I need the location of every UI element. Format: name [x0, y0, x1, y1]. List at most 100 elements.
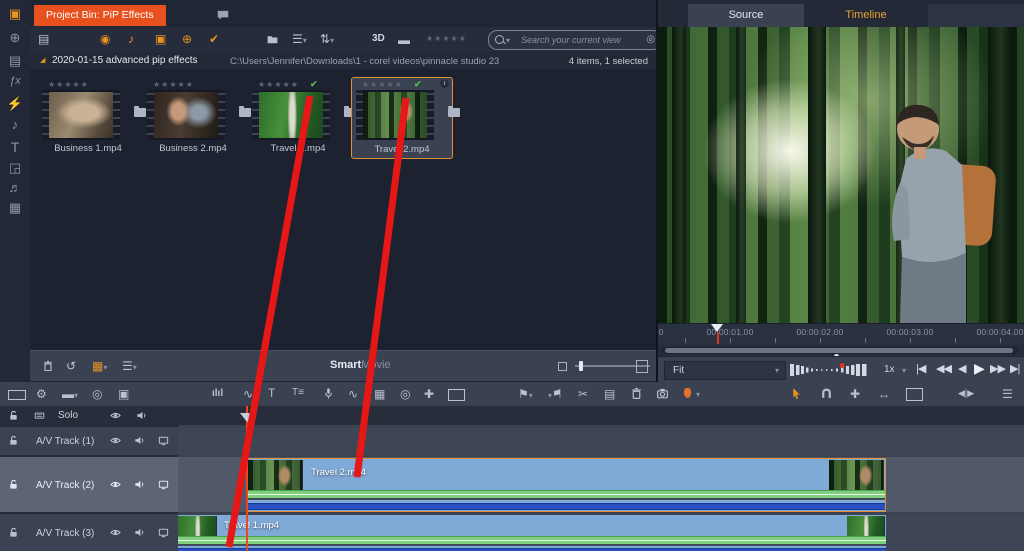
tab-timeline[interactable]: Timeline — [808, 4, 924, 27]
sidebar-music-icon[interactable]: ♪ — [0, 117, 30, 132]
player-scrollbar-thumb[interactable] — [665, 348, 1013, 353]
trim-editor-icon[interactable]: ◀|▶ — [958, 389, 974, 398]
speed-caret[interactable]: ▾ — [902, 366, 906, 375]
storyboard-toggle-icon[interactable]: ▣ — [118, 388, 129, 400]
refresh-icon[interactable]: ↺ — [66, 360, 76, 372]
sidebar-scorefitter-icon[interactable]: ♬ — [0, 180, 30, 195]
clip-audio-part[interactable] — [178, 546, 886, 551]
breadcrumb-folder[interactable]: 2020-01-15 advanced pip effects — [52, 55, 197, 66]
thumb-size-slider-handle[interactable] — [579, 361, 583, 371]
trash-icon[interactable] — [42, 360, 54, 372]
sidebar-montage-icon[interactable]: ◲ — [0, 160, 30, 176]
media-thumbnail[interactable] — [147, 90, 225, 140]
import-media-icon[interactable]: ▤ — [38, 33, 49, 45]
tab-source[interactable]: Source — [688, 4, 804, 27]
sidebar-soundstage-icon[interactable]: ▦ — [0, 200, 30, 216]
eye-icon[interactable] — [110, 410, 121, 421]
breadcrumb-path[interactable]: C:\Users\Jennifer\Downloads\1 - corel vi… — [230, 56, 499, 67]
av-track2-row[interactable]: Travel 2.mp4 — [178, 457, 1024, 512]
thumb-size-small-icon[interactable] — [558, 362, 567, 371]
rating-stars[interactable]: ★★★★★ — [258, 80, 299, 89]
video-preview[interactable] — [658, 27, 1024, 323]
speaker-icon[interactable] — [134, 527, 145, 538]
track-size-icon[interactable]: ▬▾ — [62, 388, 78, 400]
split-clip-icon[interactable]: ✂ — [578, 388, 588, 400]
rating-stars[interactable]: ★★★★★ — [362, 80, 403, 89]
select-cursor-icon[interactable] — [790, 387, 803, 400]
grid-view-icon[interactable]: ▦▾ — [92, 360, 107, 372]
search-input[interactable] — [519, 32, 641, 48]
project-bin-tab[interactable]: Project Bin: PiP Effects — [34, 5, 166, 26]
timeline-playhead-handle[interactable] — [240, 413, 254, 422]
media-item-business1[interactable]: ★★★★★ Business 1.mp4 — [38, 80, 146, 156]
eye-icon[interactable] — [110, 479, 121, 490]
3d-filter-button[interactable]: 3D — [372, 34, 385, 44]
av-track1-header[interactable]: A/V Track (1) — [0, 427, 178, 457]
go-to-start-button[interactable]: |◀ — [916, 362, 926, 375]
eye-icon[interactable] — [110, 527, 121, 538]
marker-caret[interactable]: ▾ — [696, 391, 700, 399]
mark-in-icon[interactable]: ⚑▾ — [518, 388, 533, 400]
rating-stars[interactable]: ★★★★★ — [48, 80, 89, 89]
subtitle-editor-icon[interactable]: T≡ — [292, 388, 304, 398]
media-item-travel2-selected[interactable]: ★★★★★ ✔ i Travel 2.mp4 — [351, 77, 460, 159]
snapshot-camera-icon[interactable] — [656, 387, 669, 400]
monitor-icon[interactable] — [158, 479, 169, 490]
av-track3-header[interactable]: A/V Track (3) — [0, 514, 178, 551]
dynamic-trim-icon[interactable]: ✚ — [850, 388, 860, 400]
horizontal-scroll-icon[interactable]: ↔ — [878, 388, 890, 400]
clip-audio-part[interactable] — [247, 500, 885, 511]
checked-icon[interactable]: ✔ — [310, 79, 318, 90]
solo-track-row[interactable] — [178, 406, 1024, 425]
solo-track-header[interactable]: Solo — [0, 406, 178, 427]
toolbar-customize-icon[interactable] — [8, 390, 26, 400]
speaker-icon[interactable] — [134, 435, 145, 446]
av-track2-header-active[interactable]: A/V Track (2) — [0, 457, 178, 514]
filter-video-icon[interactable]: ◉ — [100, 33, 110, 45]
sidebar-media-icon[interactable]: ▣ — [0, 6, 30, 22]
player-playhead[interactable] — [711, 324, 723, 332]
monitor-icon[interactable] — [158, 527, 169, 538]
view-mode-icon[interactable]: ☰▾ — [292, 33, 307, 45]
zoom-fit-dropdown[interactable]: Fit ▾ — [664, 361, 786, 380]
speaker-icon[interactable] — [134, 479, 145, 490]
lock-icon[interactable] — [8, 435, 19, 446]
audio-ducking-icon[interactable]: ∿ — [243, 388, 253, 400]
sidebar-effects-icon[interactable]: ƒx — [0, 75, 30, 87]
filter-checked-icon[interactable]: ✔ — [209, 33, 219, 45]
sidebar-photos-icon[interactable]: ▤ — [0, 53, 30, 69]
mark-out-icon[interactable]: ⚑▾ — [548, 387, 563, 401]
media-thumbnail[interactable] — [252, 90, 330, 140]
speaker-icon[interactable] — [136, 410, 147, 421]
film-icon[interactable]: ▤ — [604, 388, 615, 400]
delete-clip-trash-icon[interactable] — [630, 387, 643, 400]
filter-photo-icon[interactable]: ▣ — [155, 33, 166, 45]
audio-mixer-icon[interactable]: ılıl — [212, 389, 223, 399]
tag-icon[interactable]: ▬ — [398, 34, 410, 46]
player-scrollbar[interactable] — [662, 347, 1018, 359]
search-options-caret[interactable]: ▾ — [506, 37, 510, 45]
sidebar-transitions-icon[interactable]: ⚡ — [0, 96, 30, 112]
timeline-settings-gear-icon[interactable]: ⚙ — [36, 388, 47, 400]
step-forward-button[interactable]: ▶▶ — [990, 362, 1006, 375]
timeline-playhead-line[interactable] — [246, 406, 248, 551]
monitor-icon[interactable] — [158, 435, 169, 446]
rating-stars[interactable]: ★★★★★ — [153, 80, 194, 89]
lock-icon[interactable] — [8, 479, 19, 490]
av-track3-row[interactable]: Travel 1.mp4 — [178, 514, 1024, 551]
pan-zoom-icon[interactable]: ✚ — [424, 388, 434, 400]
clear-search-icon[interactable]: ◎ — [646, 35, 655, 45]
media-item-travel1[interactable]: ★★★★★ ✔ Travel 1.mp4 — [248, 79, 356, 156]
lock-icon[interactable] — [8, 527, 19, 538]
audio-monitor-icon[interactable]: ◎ — [92, 388, 102, 400]
filter-audio-icon[interactable]: ♪ — [128, 33, 134, 45]
media-item-business2[interactable]: ★★★★★ Business 2.mp4 — [143, 80, 251, 156]
go-to-end-button[interactable]: ▶| — [1010, 362, 1020, 375]
screen-capture-icon[interactable] — [448, 389, 465, 401]
prev-frame-button[interactable]: ◀◀ — [936, 362, 952, 375]
voiceover-mic-icon[interactable] — [322, 387, 335, 400]
clip-travel2[interactable]: Travel 2.mp4 — [246, 458, 886, 512]
timeline-zoom-icon[interactable]: ☰ — [1002, 388, 1013, 400]
shortcut-folder-icon[interactable] — [448, 106, 460, 117]
rating-filter-stars[interactable]: ★★★★★ — [426, 35, 467, 43]
